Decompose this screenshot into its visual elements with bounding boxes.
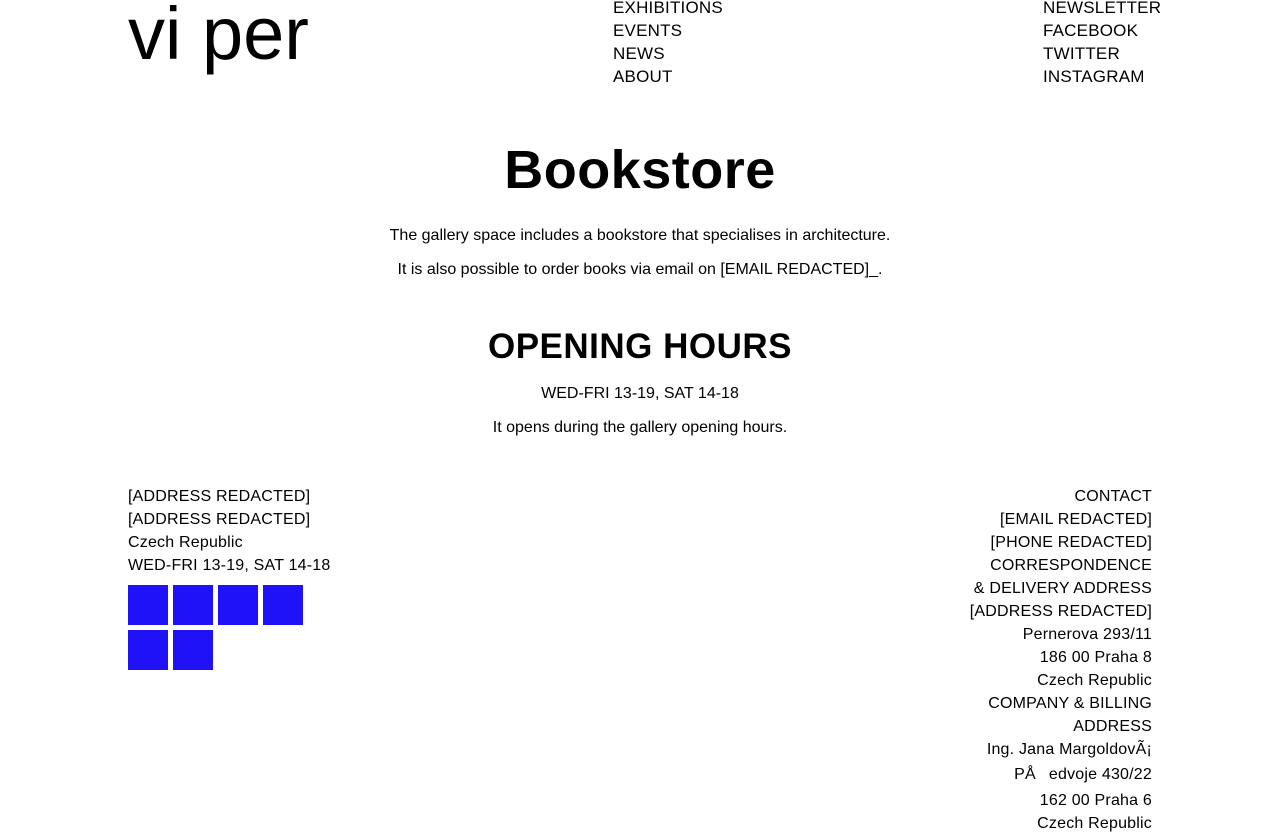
footer-country: Czech Republic [128,534,243,551]
nav-item-facebook[interactable]: FACEBOOK [1043,19,1161,42]
opening-hours-heading: OPENING HOURS [487,327,793,366]
footer-address-line: [ADDRESS REDACTED] [128,488,311,505]
footer-address-line: [ADDRESS REDACTED] [128,511,311,528]
nav-item-about[interactable]: ABOUT [613,65,723,88]
correspondence-address-line: [ADDRESS REDACTED] [969,603,1152,620]
order-paragraph: It is also possible to order books via e… [397,261,883,278]
nav-link-news[interactable]: NEWS [613,44,665,63]
partner-logo[interactable] [173,585,213,625]
partner-logo[interactable] [128,585,168,625]
partner-logo[interactable] [218,585,258,625]
partner-logo[interactable] [128,630,168,670]
billing-heading: ADDRESS [1073,718,1152,735]
billing-heading: COMPANY & BILLING [988,695,1152,712]
nav-link-newsletter[interactable]: NEWSLETTER [1043,0,1161,17]
partner-logo[interactable] [263,585,303,625]
correspondence-heading: & DELIVERY ADDRESS [973,580,1152,597]
site-logo[interactable]: vi per [128,0,309,74]
footer-contact: CONTACT [EMAIL REDACTED] [PHONE REDACTED… [970,485,1152,835]
nav-link-events[interactable]: EVENTS [613,21,682,40]
social-nav: NEWSLETTER FACEBOOK TWITTER INSTAGRAM [1043,0,1161,88]
footer-hours: WED-FRI 13-19, SAT 14-18 [128,557,331,574]
nav-link-twitter[interactable]: TWITTER [1043,44,1120,63]
nav-link-facebook[interactable]: FACEBOOK [1043,21,1138,40]
footer-address: [ADDRESS REDACTED] [ADDRESS REDACTED] Cz… [128,485,331,577]
main-nav: EXHIBITIONS EVENTS NEWS ABOUT [613,0,723,88]
nav-link-about[interactable]: ABOUT [613,67,673,86]
page-title: Bookstore [504,140,776,200]
page: vi per EXHIBITIONS EVENTS NEWS ABOUT NEW… [0,0,1280,837]
nav-link-exhibitions[interactable]: EXHIBITIONS [613,0,723,17]
correspondence-address-line: 186 00 Praha 8 [1039,649,1152,666]
billing-name: Ing. Jana MargoldovÃ¡ [986,741,1152,758]
billing-address-line: PÅedvoje 430/22 [1014,766,1152,783]
nav-item-instagram[interactable]: INSTAGRAM [1043,65,1161,88]
correspondence-country: Czech Republic [1037,672,1152,689]
correspondence-heading: CORRESPONDENCE [990,557,1152,574]
billing-country: Czech Republic [1037,815,1152,832]
nav-item-newsletter[interactable]: NEWSLETTER [1043,0,1161,19]
intro-paragraph: The gallery space includes a bookstore t… [389,227,891,244]
correspondence-address-line: Pernerova 293/11 [1022,626,1152,643]
nav-item-news[interactable]: NEWS [613,42,723,65]
contact-phone[interactable]: [PHONE REDACTED] [970,531,1152,554]
opening-hours-note: It opens during the gallery opening hour… [492,419,788,436]
nav-item-twitter[interactable]: TWITTER [1043,42,1161,65]
contact-email[interactable]: [EMAIL REDACTED] [970,508,1152,531]
billing-address-line: 162 00 Praha 6 [1039,792,1152,809]
contact-heading[interactable]: CONTACT [970,485,1152,508]
nav-item-events[interactable]: EVENTS [613,19,723,42]
nav-link-instagram[interactable]: INSTAGRAM [1043,67,1145,86]
nav-item-exhibitions[interactable]: EXHIBITIONS [613,0,723,19]
partner-logo[interactable] [173,630,213,670]
opening-hours: WED-FRI 13-19, SAT 14-18 [541,385,739,402]
